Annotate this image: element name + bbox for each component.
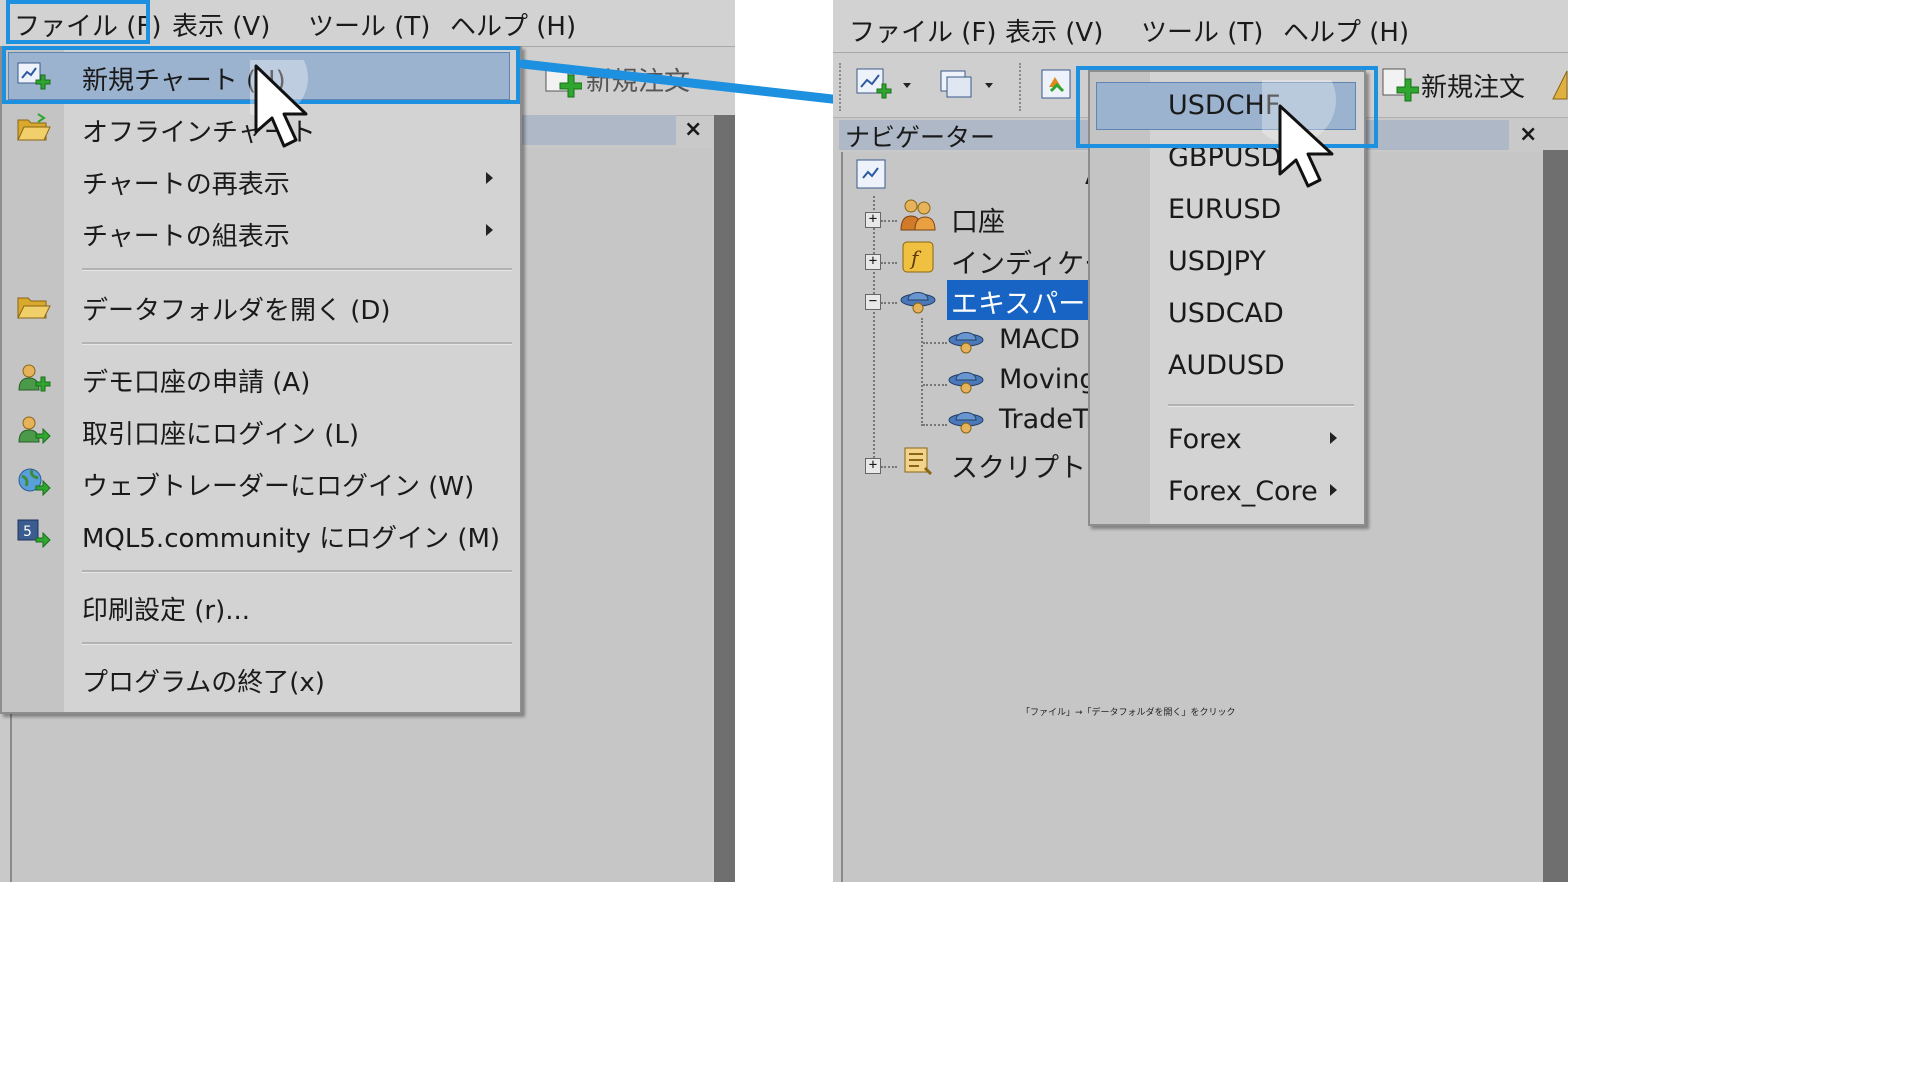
globe-icon bbox=[16, 466, 52, 498]
toolbar-separator bbox=[1019, 63, 1024, 111]
menu-item-chart-set[interactable]: チャートの組表示 bbox=[2, 208, 516, 256]
menu-help[interactable]: ヘルプ (H) bbox=[1283, 12, 1409, 49]
menu-item-label: 印刷設定 (r)... bbox=[82, 596, 251, 626]
new-order-label[interactable]: 新規注文 bbox=[1421, 67, 1525, 104]
new-chart-dropdown-icon[interactable] bbox=[855, 65, 911, 105]
navigator-title: ナビゲーター bbox=[845, 123, 996, 152]
menu-item-open-data-folder[interactable]: データフォルダを開く (D) bbox=[2, 282, 516, 330]
submenu-forex[interactable]: Forex bbox=[1090, 416, 1360, 464]
terminal-icon bbox=[855, 158, 889, 192]
tree-guide-line bbox=[923, 424, 947, 426]
folder-icon bbox=[16, 290, 52, 322]
indicators-icon: f bbox=[901, 240, 935, 274]
expand-icon[interactable]: + bbox=[865, 212, 881, 228]
window-edge bbox=[714, 115, 735, 882]
tree-guide-line bbox=[881, 262, 897, 264]
submenu-arrow-icon bbox=[1330, 432, 1337, 444]
scripts-icon bbox=[901, 444, 935, 478]
autotrade-icon[interactable] bbox=[1551, 69, 1568, 109]
menu-item-label: チャートの組表示 bbox=[82, 222, 290, 252]
tree-guide-line bbox=[873, 196, 875, 466]
menu-item-reshow-chart[interactable]: チャートの再表示 bbox=[2, 156, 516, 204]
user-add-icon bbox=[16, 362, 52, 394]
menu-item-demo-account[interactable]: デモ口座の申請 (A) bbox=[2, 354, 516, 402]
submenu-forex-core[interactable]: Forex_Core bbox=[1090, 468, 1360, 516]
market-watch-icon[interactable] bbox=[1039, 67, 1079, 107]
tree-guide-line bbox=[881, 220, 897, 222]
menu-file[interactable]: ファイル (F) bbox=[849, 12, 997, 49]
accounts-icon bbox=[899, 196, 936, 231]
symbol-label: AUDUSD bbox=[1168, 350, 1285, 381]
tree-item-scripts[interactable]: スクリプト bbox=[951, 446, 1086, 485]
tree-item-expert-2[interactable]: Moving bbox=[999, 364, 1097, 395]
expert-advisor-icon bbox=[947, 402, 984, 436]
symbol-item-5[interactable]: AUDUSD bbox=[1090, 342, 1360, 390]
tree-guide-line bbox=[921, 318, 923, 426]
symbol-label: USDCAD bbox=[1168, 298, 1284, 329]
expert-advisor-icon bbox=[947, 362, 984, 396]
menu-item-login-webtrader[interactable]: ウェブトレーダーにログイン (W) bbox=[2, 458, 516, 506]
menu-item-label: チャートの再表示 bbox=[82, 170, 290, 200]
tree-item-accounts[interactable]: 口座 bbox=[951, 200, 1005, 239]
tree-item-expert-3[interactable]: TradeTr bbox=[999, 404, 1097, 435]
menu-separator bbox=[82, 570, 512, 573]
menu-separator bbox=[82, 268, 512, 271]
menu-tools[interactable]: ツール (T) bbox=[1141, 12, 1263, 49]
mql5-icon: 5 bbox=[16, 518, 52, 550]
symbol-item-4[interactable]: USDCAD bbox=[1090, 290, 1360, 338]
tree-guide-line bbox=[881, 466, 897, 468]
caption-text: 「ファイル」→「データフォルダを開く」をクリック bbox=[1021, 708, 1236, 718]
menu-item-label: プログラムの終了(x) bbox=[82, 668, 325, 698]
tree-guide-line bbox=[923, 342, 947, 344]
menu-item-login-mql5[interactable]: 5 MQL5.community にログイン (M) bbox=[2, 510, 516, 558]
window-edge bbox=[1543, 150, 1568, 882]
toolbar-grip bbox=[839, 63, 844, 111]
menu-item-label: データフォルダを開く (D) bbox=[82, 296, 391, 326]
menu-item-exit[interactable]: プログラムの終了(x) bbox=[2, 654, 516, 702]
menu-separator bbox=[1168, 404, 1354, 407]
mouse-cursor-icon bbox=[250, 60, 308, 148]
expand-icon[interactable]: + bbox=[865, 254, 881, 270]
submenu-arrow-icon bbox=[1330, 484, 1337, 496]
new-order-icon[interactable] bbox=[1379, 65, 1420, 105]
submenu-label: Forex bbox=[1168, 424, 1242, 455]
expert-advisor-icon bbox=[947, 322, 984, 356]
expert-advisor-icon bbox=[899, 282, 936, 316]
menu-view[interactable]: 表示 (V) bbox=[1005, 12, 1103, 49]
mouse-cursor-icon bbox=[1262, 80, 1336, 188]
submenu-label: Forex_Core bbox=[1168, 476, 1318, 507]
menu-item-login-trade[interactable]: 取引口座にログイン (L) bbox=[2, 406, 516, 454]
tree-guide-line bbox=[923, 384, 947, 386]
menu-item-label: 取引口座にログイン (L) bbox=[82, 420, 360, 450]
submenu-arrow-icon bbox=[486, 224, 493, 236]
profiles-dropdown-icon[interactable] bbox=[937, 65, 993, 105]
menu-view[interactable]: 表示 (V) bbox=[172, 6, 270, 43]
svg-text:5: 5 bbox=[23, 524, 32, 540]
menu-separator bbox=[82, 342, 512, 345]
menu-item-print-setup[interactable]: 印刷設定 (r)... bbox=[2, 582, 516, 630]
menu-help[interactable]: ヘルプ (H) bbox=[450, 6, 576, 43]
file-menu-highlight-box bbox=[6, 0, 150, 44]
open-folder-icon bbox=[16, 112, 52, 144]
menu-tools[interactable]: ツール (T) bbox=[308, 6, 430, 43]
menu-item-label: デモ口座の申請 (A) bbox=[82, 368, 311, 398]
expand-icon[interactable]: + bbox=[865, 458, 881, 474]
menu-bar: ファイル (F) 表示 (V) ツール (T) ヘルプ (H) bbox=[833, 0, 1568, 53]
tree-guide-line bbox=[881, 302, 897, 304]
menu-separator bbox=[82, 642, 512, 645]
collapse-icon[interactable]: − bbox=[865, 294, 881, 310]
menu-item-label: ウェブトレーダーにログイン (W) bbox=[82, 472, 475, 502]
submenu-arrow-icon bbox=[486, 172, 493, 184]
symbol-label: USDJPY bbox=[1168, 246, 1266, 277]
menu-item-label: MQL5.community にログイン (M) bbox=[82, 524, 501, 554]
symbol-item-3[interactable]: USDJPY bbox=[1090, 238, 1360, 286]
close-icon[interactable]: × bbox=[1519, 122, 1537, 147]
user-login-icon bbox=[16, 414, 52, 446]
